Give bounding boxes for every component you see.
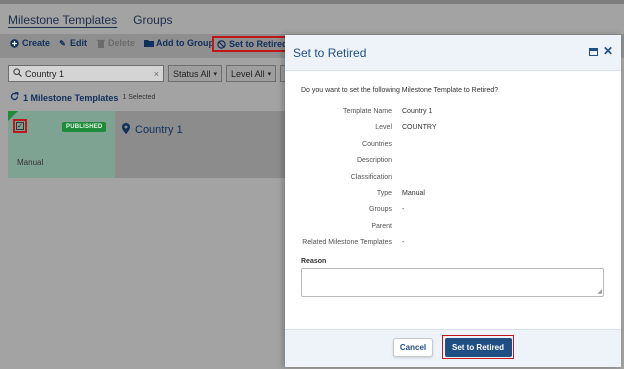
field-label: Groups: [369, 206, 392, 213]
field-label: Level: [375, 124, 392, 131]
checkmark-icon: ✓: [16, 122, 24, 130]
selected-count: 1 Selected: [122, 94, 156, 101]
dialog-question: Do you want to set the following Milesto…: [301, 87, 499, 94]
status-badge: PUBLISHED: [62, 122, 107, 132]
search-value: Country 1: [25, 68, 65, 79]
tab-milestone-templates[interactable]: Milestone Templates: [8, 13, 117, 27]
list-summary: 1 Milestone Templates 1 Selected: [10, 92, 155, 103]
ban-icon: [217, 39, 226, 49]
delete-label: Delete: [108, 38, 136, 48]
confirm-highlight: Set to Retired: [442, 335, 514, 359]
refresh-icon[interactable]: [10, 92, 19, 103]
resize-grip-icon[interactable]: ◢: [597, 289, 602, 295]
field-label: Description: [356, 157, 392, 164]
search-input[interactable]: Country 1 ×: [8, 65, 164, 82]
filter-bar: Country 1 × Status All ▾ Level All ▾ C: [8, 65, 292, 83]
card-title[interactable]: Country 1: [122, 123, 183, 137]
field-value: COUNTRY: [402, 124, 437, 131]
add-to-group-label: Add to Group: [156, 38, 214, 48]
field-value: -: [402, 206, 405, 213]
map-pin-icon: [122, 123, 130, 137]
set-to-retired-dialog: Set to Retired ✕ Do you want to set the …: [285, 35, 621, 367]
folder-icon: [144, 39, 154, 48]
card-title-text: Country 1: [135, 124, 183, 136]
edit-button[interactable]: ✎ Edit: [58, 38, 87, 48]
field-label: Type: [376, 190, 392, 197]
search-icon: [13, 68, 22, 79]
field-label: Classification: [350, 174, 392, 181]
field-label: Related Milestone Templates: [302, 239, 392, 246]
status-filter[interactable]: Status All ▾: [168, 65, 223, 82]
card-checkbox[interactable]: ✓: [13, 119, 27, 133]
trash-icon: [96, 39, 105, 48]
top-strip: [0, 0, 624, 4]
delete-button[interactable]: Delete: [96, 38, 135, 48]
dialog-footer: Cancel Set to Retired: [285, 329, 621, 367]
level-filter-label: Level All: [231, 68, 265, 79]
reason-textarea[interactable]: ◢: [301, 268, 604, 297]
plus-circle-icon: [10, 38, 19, 48]
set-to-retired-confirm-button[interactable]: Set to Retired: [444, 337, 512, 357]
edit-label: Edit: [70, 38, 87, 48]
create-label: Create: [22, 38, 51, 48]
field-label: Template Name: [342, 108, 392, 115]
clear-icon[interactable]: ×: [154, 69, 159, 79]
create-button[interactable]: Create: [10, 38, 50, 48]
field-label: Countries: [362, 141, 392, 148]
field-value: -: [402, 239, 405, 246]
add-to-group-button[interactable]: Add to Group: [144, 38, 214, 48]
dialog-title: Set to Retired: [293, 46, 367, 60]
chevron-down-icon: ▾: [267, 70, 272, 78]
page-tabs: Milestone Templates Groups: [8, 13, 173, 27]
cancel-button[interactable]: Cancel: [393, 338, 433, 357]
card-type: Manual: [17, 158, 44, 167]
reason-label: Reason: [301, 258, 327, 265]
field-value: Country 1: [402, 108, 433, 115]
pencil-icon: ✎: [59, 38, 66, 48]
set-to-retired-button[interactable]: Set to Retired: [212, 36, 293, 52]
maximize-icon[interactable]: [589, 48, 598, 56]
field-value: Manual: [402, 190, 425, 197]
chevron-down-icon: ▾: [213, 70, 218, 78]
close-icon[interactable]: ✕: [603, 44, 613, 58]
card-left-panel: ✓ PUBLISHED Manual: [8, 111, 115, 178]
template-count: 1 Milestone Templates: [23, 92, 119, 103]
level-filter[interactable]: Level All ▾: [226, 65, 277, 82]
field-label: Parent: [371, 223, 392, 230]
tab-groups[interactable]: Groups: [133, 13, 172, 27]
set-to-retired-label: Set to Retired: [229, 39, 288, 49]
dialog-header: Set to Retired ✕: [285, 35, 621, 71]
status-filter-label: Status All: [173, 68, 211, 79]
